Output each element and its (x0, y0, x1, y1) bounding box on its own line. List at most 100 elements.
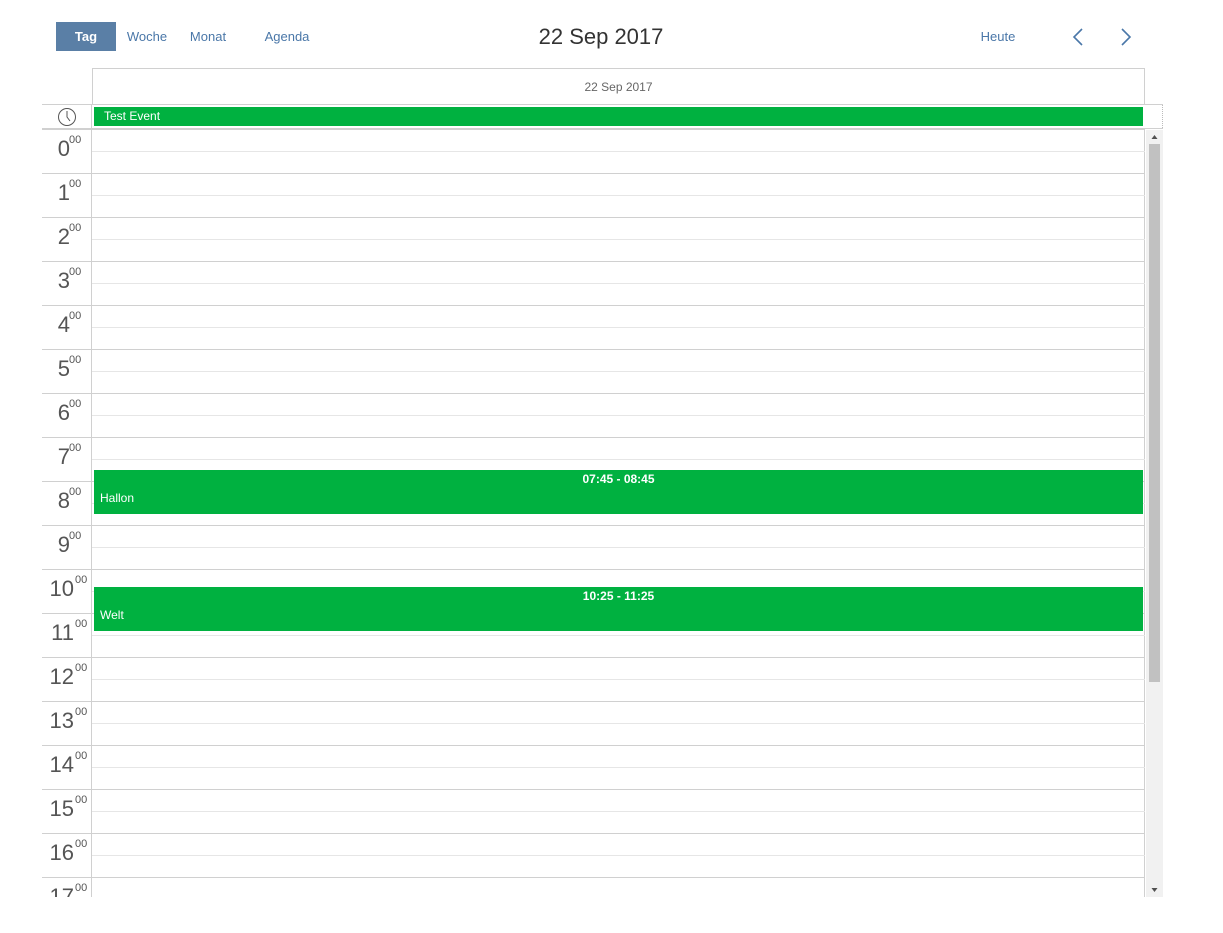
today-button[interactable]: Heute (972, 22, 1024, 51)
hour-label: 2 (57, 224, 70, 249)
day-calendar: 22 Sep 2017 Test Event 0 00 1 00 2 00 3 00 4 00 5 0… (42, 68, 1163, 897)
calendar-toolbar: Tag Woche Monat Agenda 22 Sep 2017 Heute (0, 0, 1223, 68)
hour-label: 14 (49, 752, 74, 777)
hour-minutes-label: 00 (75, 706, 88, 718)
scroll-down-button[interactable] (1146, 883, 1163, 897)
vertical-scrollbar[interactable] (1146, 130, 1163, 897)
hour-label: 0 (57, 136, 70, 161)
hour-label: 16 (49, 840, 74, 865)
calendar-event[interactable]: 10:25 - 11:25 Welt (94, 587, 1143, 631)
hour-divider (42, 657, 1145, 658)
hour-row[interactable]: 13 00 (42, 701, 1145, 745)
hour-row[interactable]: 6 00 (42, 393, 1145, 437)
previous-button[interactable] (1066, 24, 1092, 50)
hour-label: 11 (51, 620, 74, 645)
hour-row[interactable]: 15 00 (42, 789, 1145, 833)
hour-row[interactable]: 14 00 (42, 745, 1145, 789)
calendar-title: 22 Sep 2017 (538, 24, 664, 49)
half-hour-divider (92, 459, 1145, 460)
hour-label: 10 (49, 576, 74, 601)
view-week-button[interactable]: Woche (118, 22, 176, 51)
event-title: Welt (100, 608, 124, 622)
hour-minutes-label: 00 (75, 750, 88, 762)
hour-divider (42, 129, 1145, 130)
half-hour-divider (92, 679, 1145, 680)
view-agenda-button[interactable]: Agenda (256, 22, 318, 51)
hour-divider (42, 261, 1145, 262)
half-hour-divider (92, 547, 1145, 548)
half-hour-divider (92, 635, 1145, 636)
hour-label: 7 (57, 444, 70, 469)
calendar-event[interactable]: 07:45 - 08:45 Hallon (94, 470, 1143, 514)
hour-minutes-label: 00 (75, 882, 88, 894)
half-hour-divider (92, 855, 1145, 856)
hour-minutes-label: 00 (69, 442, 82, 454)
hour-row[interactable]: 9 00 (42, 525, 1145, 569)
hour-divider (42, 833, 1145, 834)
half-hour-divider (92, 195, 1145, 196)
hour-row[interactable]: 2 00 (42, 217, 1145, 261)
chevron-left-icon (1072, 28, 1083, 46)
half-hour-divider (92, 811, 1145, 812)
hour-divider (42, 173, 1145, 174)
day-column-header: 22 Sep 2017 (92, 68, 1145, 104)
hour-label: 4 (57, 312, 70, 337)
view-day-button[interactable]: Tag (56, 22, 116, 51)
half-hour-divider (92, 723, 1145, 724)
hour-minutes-label: 00 (69, 354, 82, 366)
hour-divider (42, 305, 1145, 306)
hour-divider (42, 437, 1145, 438)
half-hour-divider (92, 239, 1145, 240)
half-hour-divider (92, 767, 1145, 768)
all-day-event[interactable]: Test Event (94, 107, 1143, 126)
hour-divider (42, 569, 1145, 570)
hour-label: 17 (49, 884, 74, 897)
hour-minutes-label: 00 (69, 398, 82, 410)
hour-label: 5 (57, 356, 70, 381)
hour-row[interactable]: 3 00 (42, 261, 1145, 305)
hour-row[interactable]: 4 00 (42, 305, 1145, 349)
view-month-button[interactable]: Monat (180, 22, 236, 51)
hour-divider (42, 745, 1145, 746)
hour-label: 9 (57, 532, 70, 557)
chevron-right-icon (1121, 28, 1132, 46)
half-hour-divider (92, 283, 1145, 284)
hour-divider (42, 877, 1145, 878)
hour-divider (42, 789, 1145, 790)
hour-row[interactable]: 1 00 (42, 173, 1145, 217)
hour-divider (42, 701, 1145, 702)
half-hour-divider (92, 371, 1145, 372)
hour-label: 3 (57, 268, 70, 293)
hour-minutes-label: 00 (75, 794, 88, 806)
hour-minutes-label: 00 (69, 530, 82, 542)
arrow-down-icon (1151, 888, 1158, 892)
scrollbar-thumb[interactable] (1149, 144, 1160, 682)
hour-label: 13 (49, 708, 74, 733)
hour-row[interactable]: 0 00 (42, 129, 1145, 173)
event-time: 07:45 - 08:45 (582, 472, 655, 486)
hour-minutes-label: 00 (69, 310, 82, 322)
hour-label: 15 (49, 796, 74, 821)
clock-icon (58, 108, 76, 126)
next-button[interactable] (1112, 24, 1138, 50)
half-hour-divider (92, 151, 1145, 152)
half-hour-divider (92, 415, 1145, 416)
all-day-row: Test Event (42, 104, 1163, 129)
hour-divider (42, 349, 1145, 350)
hour-row[interactable]: 5 00 (42, 349, 1145, 393)
event-time: 10:25 - 11:25 (582, 589, 655, 603)
hour-row[interactable]: 12 00 (42, 657, 1145, 701)
hour-minutes-label: 00 (69, 486, 82, 498)
hour-minutes-label: 00 (75, 662, 88, 674)
hour-label: 6 (57, 400, 70, 425)
all-day-gutter (42, 105, 92, 128)
arrow-up-icon (1151, 135, 1158, 139)
hour-row[interactable]: 17 00 (42, 877, 1145, 897)
half-hour-divider (92, 327, 1145, 328)
scroll-up-button[interactable] (1146, 130, 1163, 144)
hour-row[interactable]: 16 00 (42, 833, 1145, 877)
hour-label: 8 (57, 488, 70, 513)
all-day-row-end (1144, 105, 1163, 128)
hour-divider (42, 217, 1145, 218)
hour-minutes-label: 00 (69, 178, 82, 190)
